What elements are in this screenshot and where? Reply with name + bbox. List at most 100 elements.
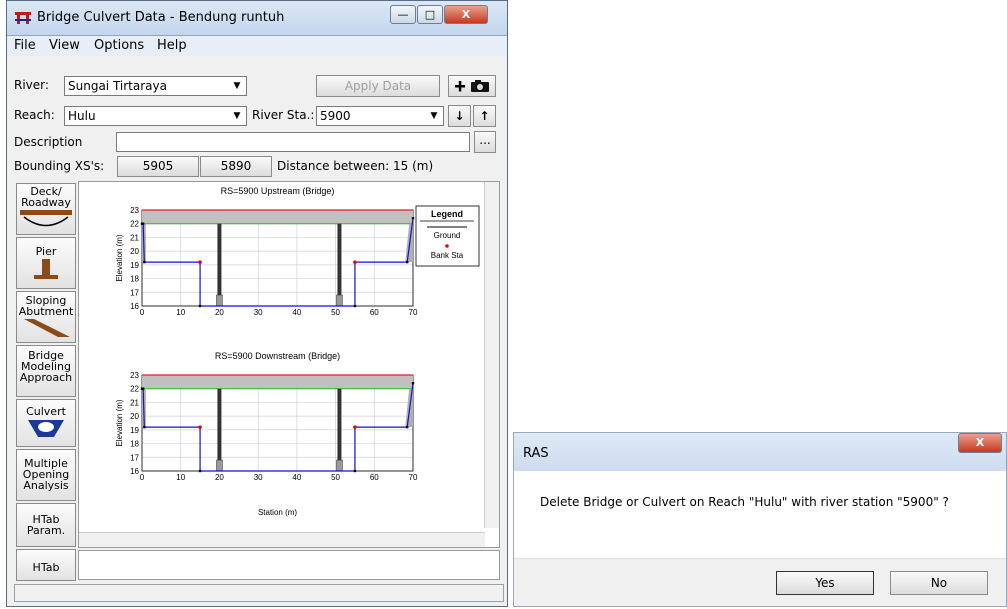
bounding-label: Bounding XS's: (14, 159, 105, 173)
dialog-close-button[interactable]: X (958, 433, 1002, 453)
upstream-ground-point (141, 222, 145, 225)
down-arrow-button[interactable]: ↓ (448, 105, 471, 127)
notes-box (78, 550, 500, 580)
downstream-pier-1 (337, 388, 342, 471)
pier-button[interactable]: Pier (16, 237, 76, 289)
no-button[interactable]: No (890, 571, 988, 595)
river-select[interactable]: Sungai Tirtaraya ▼ (64, 76, 247, 96)
description-more-button[interactable]: ... (474, 131, 496, 153)
upstream-bank-station-0 (198, 260, 202, 264)
culvert-label: Culvert (26, 405, 66, 418)
downstream-pier-foot-1 (336, 459, 343, 472)
distance-text: Distance between: 15 (m) (277, 159, 434, 173)
upstream-ground-point (143, 260, 146, 264)
downstream-y-tick: 17 (130, 453, 139, 462)
upstream-x-tick: 60 (370, 308, 379, 317)
downstream-ground-point (198, 469, 202, 473)
river-value: Sungai Tirtaraya (68, 79, 167, 93)
downstream-ground-point (143, 425, 146, 429)
menu-file[interactable]: File (14, 38, 36, 53)
up-arrow-button[interactable]: ↑ (473, 105, 496, 127)
upstream-y-tick: 20 (130, 247, 139, 256)
plot-area: RS=5900 Upstream (Bridge) 23 22 21 20 19 18 17 1… (78, 181, 500, 548)
htab-button[interactable]: HTab (16, 549, 76, 581)
bounding-upstream-button[interactable]: 5905 (117, 156, 199, 177)
chevron-down-icon: ▼ (233, 111, 241, 121)
downstream-y-tick: 16 (130, 467, 139, 476)
vertical-scrollbar[interactable] (484, 182, 499, 528)
downstream-y-label: Elevation (m) (115, 399, 124, 446)
legend-ground-label: Ground (434, 231, 461, 240)
culvert-button[interactable]: Culvert (16, 399, 76, 447)
multiple-opening-analysis-button[interactable]: Multiple Opening Analysis (16, 449, 76, 501)
chevron-down-icon: ▼ (233, 81, 241, 91)
upstream-y-tick: 18 (130, 275, 139, 284)
minimize-button[interactable]: — (390, 5, 416, 24)
pier-label: Pier (35, 245, 57, 258)
upstream-ground-point (198, 304, 202, 308)
upstream-y-tick: 17 (130, 288, 139, 297)
river-sta-select[interactable]: 5900 ▼ (316, 106, 444, 126)
cross-section-plots: RS=5900 Upstream (Bridge) 23 22 21 20 19 18 17 1… (115, 186, 480, 517)
menu-options[interactable]: Options (94, 38, 144, 53)
downstream-x-tick: 20 (215, 473, 224, 482)
upstream-bank-station-1 (353, 260, 357, 264)
upstream-title: RS=5900 Upstream (Bridge) (221, 186, 335, 196)
bounding-downstream-button[interactable]: 5890 (200, 156, 272, 177)
upstream-deck (142, 210, 413, 224)
title-bar: Bridge Culvert Data - Bendung runtuh — □… (7, 1, 507, 36)
htab-param-button[interactable]: HTab Param. (16, 503, 76, 547)
deck-roadway-label: Deck/ Roadway (21, 185, 71, 209)
downstream-x-tick: 10 (176, 473, 185, 482)
downstream-y-tick: 20 (130, 412, 139, 421)
upstream-ground-point (405, 260, 409, 264)
downstream-ground-point (353, 469, 357, 473)
downstream-y-tick: 19 (130, 426, 139, 435)
arrow-up-icon: ↑ (479, 109, 490, 123)
reach-select[interactable]: Hulu ▼ (64, 106, 247, 126)
dialog-message: Delete Bridge or Culvert on Reach "Hulu"… (540, 495, 949, 509)
bridge-modeling-approach-button[interactable]: Bridge Modeling Approach (16, 345, 76, 397)
maximize-button[interactable]: □ (417, 5, 443, 24)
upstream-x-tick: 10 (176, 308, 185, 317)
yes-button[interactable]: Yes (776, 571, 874, 595)
culvert-icon (28, 420, 64, 437)
apply-data-button[interactable]: Apply Data (316, 75, 440, 97)
bridge-culvert-window: Bridge Culvert Data - Bendung runtuh — □… (6, 0, 508, 607)
description-label: Description (14, 135, 83, 149)
add-photo-button[interactable] (448, 75, 496, 97)
description-input[interactable] (116, 132, 470, 152)
upstream-pier-foot-0 (216, 294, 223, 307)
upstream-x-tick: 70 (409, 308, 418, 317)
upstream-y-tick: 19 (130, 261, 139, 270)
upstream-frame (141, 209, 414, 307)
downstream-y-tick: 22 (130, 385, 139, 394)
horizontal-scrollbar[interactable] (79, 532, 485, 547)
abutment-icon (24, 319, 70, 337)
htab-param-label: HTab Param. (26, 513, 66, 537)
downstream-frame (141, 374, 414, 472)
menu-bar: File View Options Help (7, 36, 507, 56)
legend-bank-label: Bank Sta (431, 251, 464, 260)
arrow-down-icon: ↓ (454, 109, 465, 123)
status-bar (14, 584, 504, 602)
close-button[interactable]: X (444, 5, 488, 24)
downstream-pier-foot-0 (216, 459, 223, 472)
downstream-ground-point (405, 425, 409, 429)
river-label: River: (14, 78, 49, 92)
dialog-title: RAS (523, 446, 549, 461)
dialog-title-bar: RAS X (514, 433, 1006, 471)
menu-help[interactable]: Help (157, 38, 187, 53)
upstream-x-tick: 0 (140, 308, 145, 317)
pier-icon (34, 259, 58, 279)
downstream-x-tick: 70 (409, 473, 418, 482)
reach-label: Reach: (14, 108, 55, 122)
sloping-abutment-button[interactable]: Sloping Abutment (16, 291, 76, 343)
menu-view[interactable]: View (49, 38, 80, 53)
dialog-footer: Yes No (514, 558, 1006, 606)
downstream-x-tick: 60 (370, 473, 379, 482)
deck-roadway-button[interactable]: Deck/ Roadway (16, 183, 76, 235)
downstream-x-tick: 0 (140, 473, 145, 482)
upstream-ground-line (142, 218, 414, 307)
ellipsis-icon: ... (479, 133, 491, 147)
